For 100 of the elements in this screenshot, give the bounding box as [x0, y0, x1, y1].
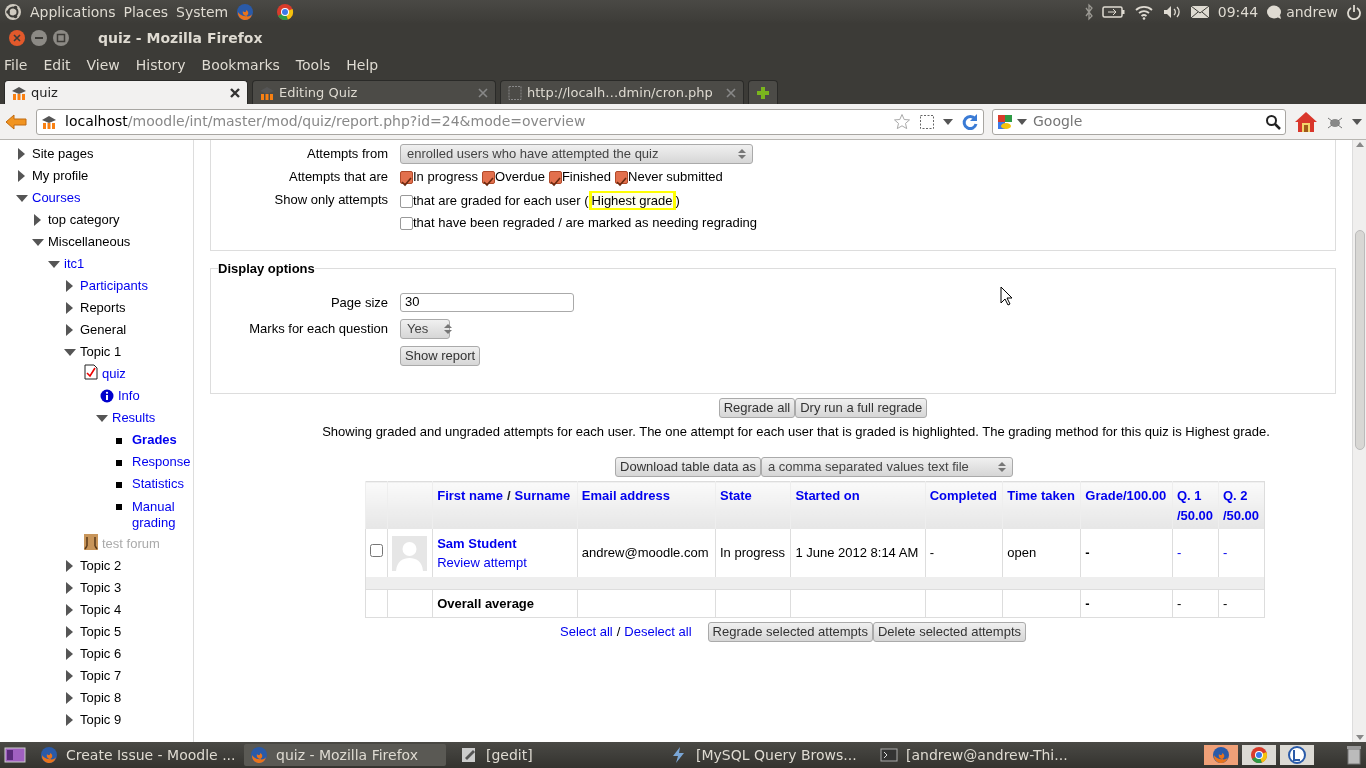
tree-item[interactable]: Topic 2 — [80, 556, 122, 576]
tree-item[interactable]: Grades — [132, 430, 177, 450]
tree-item[interactable]: Results — [112, 408, 156, 428]
page-size-input[interactable]: 30 — [400, 292, 574, 312]
new-tab-button[interactable] — [748, 80, 778, 104]
checkbox[interactable] — [548, 170, 562, 184]
marks-select[interactable]: Yes — [400, 318, 450, 339]
tree-item[interactable]: General — [80, 320, 127, 340]
expanded-arrow-icon[interactable] — [16, 192, 28, 204]
tree-item[interactable]: Manual grading — [132, 499, 184, 531]
select-all-link[interactable]: Select all — [560, 622, 613, 642]
column-header[interactable]: Email address — [577, 481, 716, 529]
menu-item[interactable]: History — [135, 54, 186, 76]
menu-item[interactable]: Help — [346, 54, 379, 76]
column-header[interactable]: Completed — [925, 481, 1003, 529]
expanded-arrow-icon[interactable] — [48, 258, 60, 270]
minimize-icon[interactable] — [30, 29, 48, 47]
menu-item[interactable]: Bookmarks — [201, 54, 280, 76]
bulk-action-button[interactable]: Regrade selected attempts — [707, 622, 873, 642]
taskbar-item[interactable]: [MySQL Query Brows... — [664, 744, 866, 766]
back-arrow-icon[interactable] — [4, 112, 28, 131]
tree-item[interactable]: Topic 9 — [80, 710, 122, 730]
browser-tab[interactable]: Editing Quiz — [252, 80, 496, 104]
tree-item[interactable]: Response — [132, 452, 191, 472]
tree-item[interactable]: Statistics — [132, 474, 184, 494]
student-name-link[interactable]: Sam Student — [437, 533, 573, 553]
dropdown-arrow-icon[interactable] — [943, 117, 953, 126]
taskbar-item[interactable]: quiz - Mozilla Firefox — [244, 744, 446, 766]
search-field[interactable]: Google — [992, 108, 1286, 135]
tree-item[interactable]: Miscellaneous — [48, 232, 131, 252]
column-header[interactable]: Q. 2 /50.00 — [1218, 481, 1265, 529]
close-icon[interactable] — [229, 86, 241, 99]
wifi-icon[interactable] — [1133, 4, 1154, 20]
address-bar[interactable]: localhost/moodle/int/master/mod/quiz/report.php?id=24&mode=overview — [36, 108, 984, 135]
tree-item[interactable]: Courses — [32, 188, 81, 208]
trash-icon[interactable] — [1346, 745, 1362, 765]
home-icon[interactable] — [1294, 110, 1318, 133]
tree-item[interactable]: Topic 6 — [80, 644, 122, 664]
tree-item[interactable]: Topic 7 — [80, 666, 122, 686]
expanded-arrow-icon[interactable] — [96, 412, 108, 424]
tree-item[interactable]: itc1 — [64, 254, 85, 274]
grade-link[interactable]: - — [1222, 545, 1228, 561]
browser-tab[interactable]: http://localh…dmin/cron.php — [500, 80, 744, 104]
review-attempt-link[interactable]: Review attempt — [437, 553, 573, 573]
show-desktop-icon[interactable] — [4, 746, 26, 764]
regrade-button[interactable]: Regrade all — [718, 397, 796, 418]
user-name[interactable]: andrew — [1286, 1, 1338, 23]
mail-icon[interactable] — [1189, 5, 1210, 19]
checkbox[interactable] — [400, 170, 413, 184]
column-header[interactable]: Grade/100.00 — [1080, 481, 1173, 529]
show-report-button[interactable]: Show report — [400, 345, 481, 366]
bulk-action-button[interactable]: Delete selected attempts — [872, 622, 1026, 642]
tree-item[interactable]: Site pages — [32, 144, 94, 164]
tree-item[interactable]: Reports — [80, 298, 126, 318]
scrollbar-thumb[interactable] — [1354, 230, 1365, 450]
panel-menu[interactable]: Places — [123, 1, 169, 23]
dropdown-arrow-icon[interactable] — [1017, 117, 1027, 126]
chrome-icon[interactable] — [276, 3, 295, 21]
menu-item[interactable]: Tools — [295, 54, 331, 76]
tree-item[interactable]: Topic 5 — [80, 622, 122, 642]
browser-tab[interactable]: quiz — [4, 80, 248, 104]
tree-item[interactable]: quiz — [102, 364, 126, 384]
battery-icon[interactable] — [1101, 5, 1126, 19]
firefox-icon[interactable] — [1204, 745, 1238, 765]
search-icon[interactable] — [1265, 113, 1281, 130]
menu-item[interactable]: File — [4, 54, 28, 76]
tree-item[interactable]: Info — [118, 386, 140, 406]
panel-menu[interactable]: System — [176, 1, 229, 23]
tree-item[interactable]: Participants — [80, 276, 148, 296]
regrade-button[interactable]: Dry run a full regrade — [795, 397, 928, 418]
checkbox[interactable] — [400, 194, 413, 208]
tree-item[interactable]: My profile — [32, 166, 89, 186]
tree-item[interactable]: Topic 1 — [80, 342, 122, 362]
checkbox[interactable] — [615, 170, 629, 184]
column-header[interactable]: Time taken — [1002, 481, 1081, 529]
tree-item[interactable]: Topic 8 — [80, 688, 122, 708]
download-button[interactable]: Download table data as — [615, 457, 761, 477]
reload-icon[interactable] — [961, 112, 979, 131]
maximize-icon[interactable] — [52, 29, 70, 47]
taskbar-item[interactable]: [gedit] — [454, 744, 656, 766]
column-header[interactable]: State — [715, 481, 791, 529]
scrollbar[interactable] — [1352, 140, 1366, 742]
checkbox[interactable] — [400, 216, 413, 230]
tree-item[interactable]: Topic 3 — [80, 578, 122, 598]
sort-link[interactable]: First name — [437, 488, 503, 503]
tree-item[interactable]: Topic 4 — [80, 600, 122, 620]
expanded-arrow-icon[interactable] — [64, 346, 76, 358]
search-input[interactable]: Google — [1031, 110, 1261, 133]
volume-icon[interactable] — [1161, 4, 1182, 20]
app-icon[interactable] — [1280, 745, 1314, 765]
column-header[interactable]: Started on — [790, 481, 926, 529]
row-checkbox[interactable] — [370, 544, 383, 558]
panel-menu[interactable]: Applications — [30, 1, 116, 23]
star-icon[interactable] — [893, 112, 911, 131]
grade-link[interactable]: - — [1176, 545, 1182, 561]
clock[interactable]: 09:44 — [1217, 1, 1259, 23]
bluetooth-icon[interactable] — [1083, 3, 1094, 21]
attempts-from-select[interactable]: enrolled users who have attempted the quiz — [400, 144, 753, 164]
menu-item[interactable]: Edit — [43, 54, 71, 76]
dropdown-arrow-icon[interactable] — [1352, 117, 1362, 126]
